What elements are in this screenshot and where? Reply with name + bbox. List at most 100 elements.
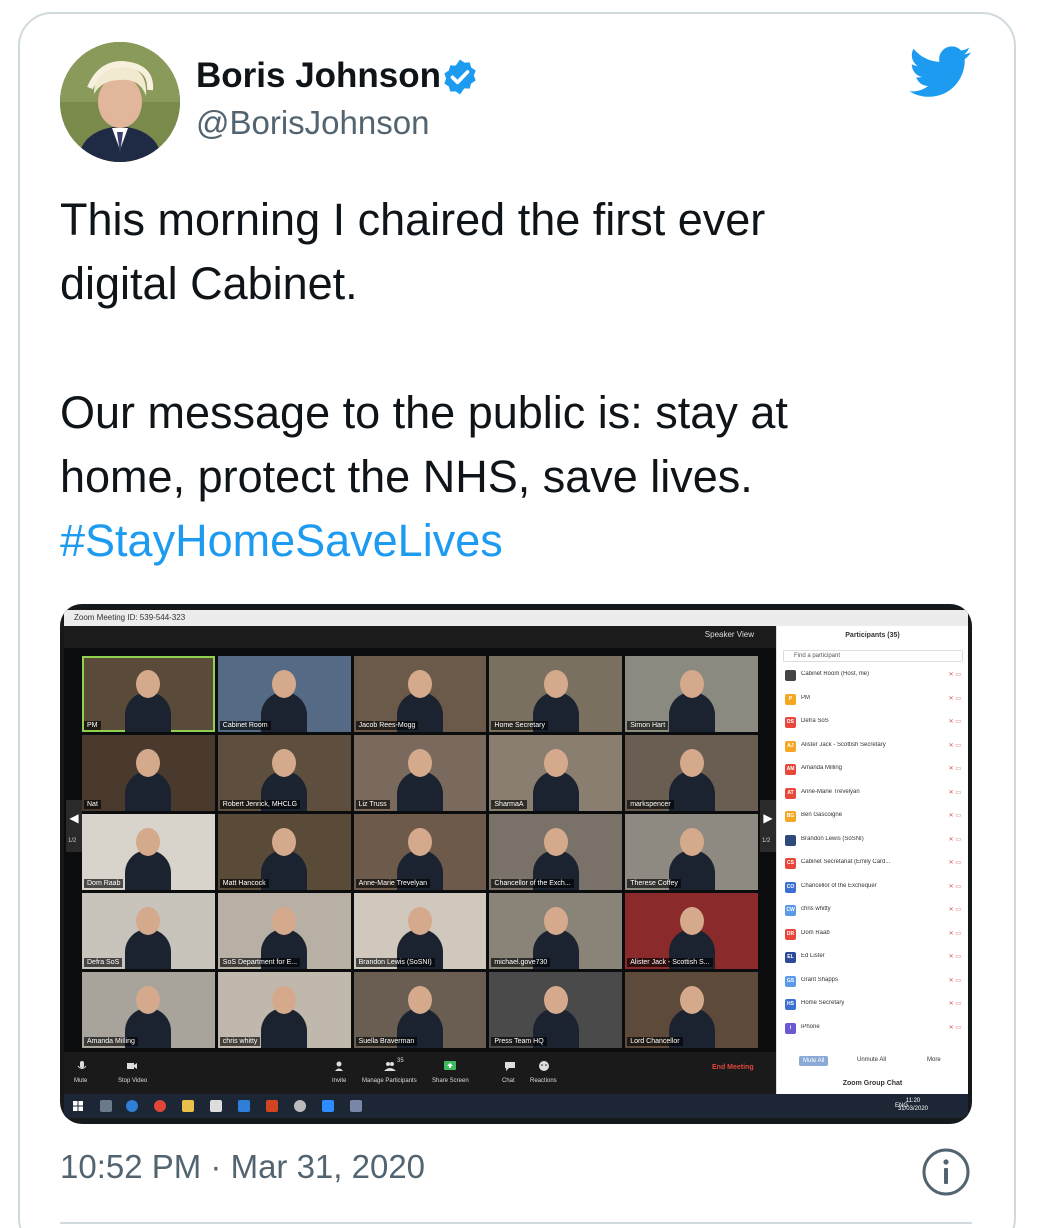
- author-name[interactable]: Boris Johnson: [196, 56, 441, 96]
- participant-head: [679, 986, 704, 1014]
- participant-row: DS Defra SoS ✕ ▭: [785, 713, 961, 733]
- participant-body: [125, 692, 172, 732]
- participant-badge: DR: [785, 928, 796, 940]
- tweet-text-line: Our message to the public is: stay at: [60, 387, 788, 438]
- participant-badge: AM: [785, 764, 796, 775]
- video-tile: Chancellor of the Exch...: [489, 814, 623, 890]
- video-tile-label: chris whitty: [219, 1037, 261, 1046]
- participant-head: [679, 749, 704, 777]
- muted-mic-icon: ✕ ▭: [948, 695, 961, 702]
- muted-mic-icon: ✕ ▭: [948, 719, 961, 725]
- muted-mic-icon: ✕ ▭: [948, 954, 961, 960]
- participant-name: Amanda Milling: [801, 765, 843, 771]
- video-tile: Therese Coffey: [625, 814, 758, 890]
- verified-badge-icon: [444, 59, 476, 95]
- muted-mic-icon: ✕ ▭: [948, 836, 961, 843]
- participant-search-field: Find a participant: [783, 650, 963, 662]
- participant-head: [407, 986, 432, 1014]
- video-tile-label: Alister Jack - Scottish S...: [627, 958, 713, 967]
- participant-body: [668, 771, 715, 811]
- participant-body: [125, 771, 172, 811]
- video-tile: Matt Hancock: [217, 814, 351, 890]
- muted-mic-icon: ✕ ▭: [948, 860, 961, 866]
- avatar-image: [60, 42, 180, 162]
- settings-gear-icon: [294, 1100, 306, 1112]
- participant-name: Ben Gascoigne: [801, 812, 843, 818]
- invite-button: Invite: [332, 1078, 347, 1084]
- mute-button: Mute: [74, 1078, 88, 1084]
- zoom-topbar: Speaker View: [64, 626, 776, 648]
- participants-panel: Participants (35) Find a participant Cab…: [776, 626, 968, 1094]
- zoom-window-title: Zoom Meeting ID: 539-544-323: [64, 610, 968, 626]
- windows-start-icon: [73, 1101, 83, 1111]
- participant-head: [136, 749, 161, 777]
- video-tile: Jacob Rees-Mogg: [353, 656, 487, 732]
- tweet-timestamp[interactable]: 10:52 PM · Mar 31, 2020: [60, 1148, 425, 1186]
- muted-mic-icon: ✕ ▭: [948, 742, 961, 749]
- participant-head: [407, 670, 432, 698]
- participant-body: [125, 850, 172, 890]
- tweet-text-line: home, protect the NHS, save lives.: [60, 451, 753, 502]
- video-tile-label: Defra SoS: [84, 958, 123, 967]
- video-tile-label: Robert Jenrick, MHCLG: [219, 800, 301, 809]
- tweet-text-line: This morning I chaired the first ever: [60, 194, 766, 245]
- participant-badge: CW: [785, 905, 796, 916]
- video-tile-label: Jacob Rees-Mogg: [355, 721, 419, 730]
- video-tile: Lord Chancellor: [625, 972, 758, 1048]
- video-tile: Robert Jenrick, MHCLG: [217, 735, 351, 811]
- video-tile: Suella Braverman: [353, 972, 487, 1048]
- participant-head: [407, 749, 432, 777]
- video-tile-label: markspencer: [627, 800, 674, 809]
- twitter-bird-icon[interactable]: [910, 46, 972, 98]
- participant-badge: BG: [785, 811, 796, 822]
- participants-footer: Mute All Unmute All More: [777, 1054, 968, 1072]
- tweet-media-image[interactable]: Zoom Meeting ID: 539-544-323 Speaker Vie…: [60, 604, 972, 1124]
- video-tile: Simon Hart: [625, 656, 758, 732]
- participant-badge: AT: [785, 787, 796, 799]
- clock-date: 31/03/2020: [897, 1106, 928, 1112]
- participant-head: [136, 828, 161, 856]
- participant-row: AM Amanda Milling ✕ ▭: [785, 760, 961, 780]
- author-avatar[interactable]: [60, 42, 180, 162]
- participant-name: PM: [801, 694, 810, 701]
- author-handle[interactable]: @BorisJohnson: [196, 104, 429, 142]
- participant-badge: EL: [785, 952, 796, 963]
- participant-body: [261, 1008, 308, 1048]
- participant-head: [272, 986, 297, 1014]
- participants-title: Participants (35): [845, 632, 900, 639]
- participant-head: [407, 907, 432, 935]
- divider: [60, 1222, 972, 1224]
- participant-badge: P: [785, 693, 796, 705]
- participant-badge: GS: [785, 975, 796, 987]
- participant-badge: [785, 670, 796, 681]
- participant-head: [543, 907, 568, 935]
- video-tile-label: SoS Department for E...: [219, 958, 301, 967]
- hashtag-link[interactable]: #StayHomeSaveLives: [60, 509, 960, 573]
- invite-icon: [335, 1061, 343, 1071]
- video-tile: SoS Department for E...: [217, 893, 351, 969]
- video-tile-label: Chancellor of the Exch...: [491, 879, 574, 888]
- participant-name: Chancellor of the Exchequer: [801, 882, 877, 889]
- participant-name: Alister Jack - Scottish Secretary: [801, 741, 886, 748]
- video-tile: SharmaA: [489, 735, 623, 811]
- participant-body: [396, 771, 443, 811]
- video-tile: Amanda Milling: [82, 972, 215, 1048]
- file-explorer-icon: [182, 1100, 194, 1112]
- participant-badge: CO: [785, 881, 796, 893]
- video-tile: michael.gove730: [489, 893, 623, 969]
- tweet-text-line: digital Cabinet.: [60, 258, 358, 309]
- participant-name: Anne-Marie Trevelyan: [801, 788, 860, 795]
- info-icon[interactable]: [920, 1146, 972, 1198]
- participant-head: [679, 828, 704, 856]
- clock-time: 11:20: [905, 1098, 921, 1104]
- page-indicator: 1/2: [762, 838, 771, 844]
- share-screen-icon: [444, 1061, 456, 1070]
- participant-name: Cabinet Room (Host, me): [801, 671, 870, 677]
- participant-body: [668, 692, 715, 732]
- participant-name: Dom Raab: [801, 929, 830, 936]
- video-tile-label: Lord Chancellor: [627, 1037, 683, 1046]
- participant-head: [136, 907, 161, 935]
- video-tile: chris whitty: [217, 972, 351, 1048]
- tweet-text: This morning I chaired the first ever di…: [60, 188, 960, 573]
- chat-icon: [505, 1062, 515, 1071]
